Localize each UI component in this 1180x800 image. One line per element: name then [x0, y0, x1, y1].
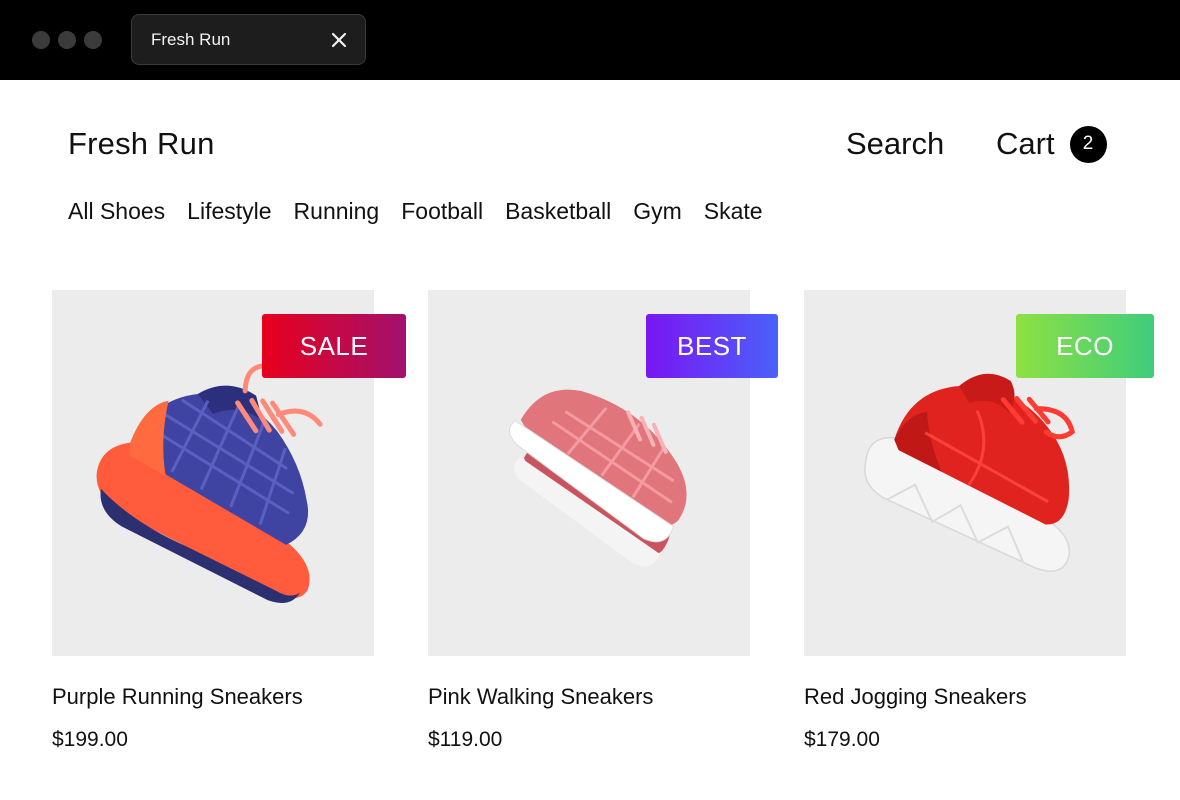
category-nav: All Shoes Lifestyle Running Football Bas… — [68, 198, 763, 225]
search-link[interactable]: Search — [846, 126, 944, 162]
product-price: $119.00 — [428, 728, 503, 751]
eco-badge: ECO — [1016, 314, 1154, 378]
nav-item-running[interactable]: Running — [294, 198, 380, 225]
window-minimize-dot[interactable] — [58, 31, 76, 49]
product-image[interactable]: BEST — [428, 290, 778, 656]
sale-badge: SALE — [262, 314, 406, 378]
product-image[interactable]: ECO — [804, 290, 1154, 656]
best-badge: BEST — [646, 314, 778, 378]
nav-item-gym[interactable]: Gym — [633, 198, 682, 225]
window-maximize-dot[interactable] — [84, 31, 102, 49]
product-price: $199.00 — [52, 728, 128, 751]
nav-item-football[interactable]: Football — [401, 198, 483, 225]
site-logo[interactable]: Fresh Run — [68, 126, 215, 162]
product-name[interactable]: Red Jogging Sneakers — [804, 684, 1126, 710]
product-card[interactable]: SALE Purple Running Sneakers $199.00 — [52, 290, 406, 752]
product-name[interactable]: Purple Running Sneakers — [52, 684, 374, 710]
product-card[interactable]: BEST Pink Walking Sneakers $119.00 — [428, 290, 778, 752]
product-name[interactable]: Pink Walking Sneakers — [428, 684, 750, 710]
cart-label: Cart — [996, 126, 1055, 161]
product-card[interactable]: ECO Red Jogging Sneakers $179.00 — [804, 290, 1154, 752]
window-close-dot[interactable] — [32, 31, 50, 49]
browser-chrome: Fresh Run — [0, 0, 1180, 80]
nav-item-all-shoes[interactable]: All Shoes — [68, 198, 165, 225]
tab-title: Fresh Run — [151, 30, 231, 49]
product-image[interactable]: SALE — [52, 290, 406, 656]
product-price: $179.00 — [804, 728, 880, 751]
nav-item-lifestyle[interactable]: Lifestyle — [187, 198, 271, 225]
cart-count-badge: 2 — [1069, 125, 1107, 163]
cart-button[interactable]: Cart 2 — [996, 124, 1107, 164]
nav-item-basketball[interactable]: Basketball — [505, 198, 611, 225]
close-icon[interactable] — [329, 30, 349, 50]
browser-tab[interactable]: Fresh Run — [131, 14, 366, 65]
nav-item-skate[interactable]: Skate — [704, 198, 763, 225]
